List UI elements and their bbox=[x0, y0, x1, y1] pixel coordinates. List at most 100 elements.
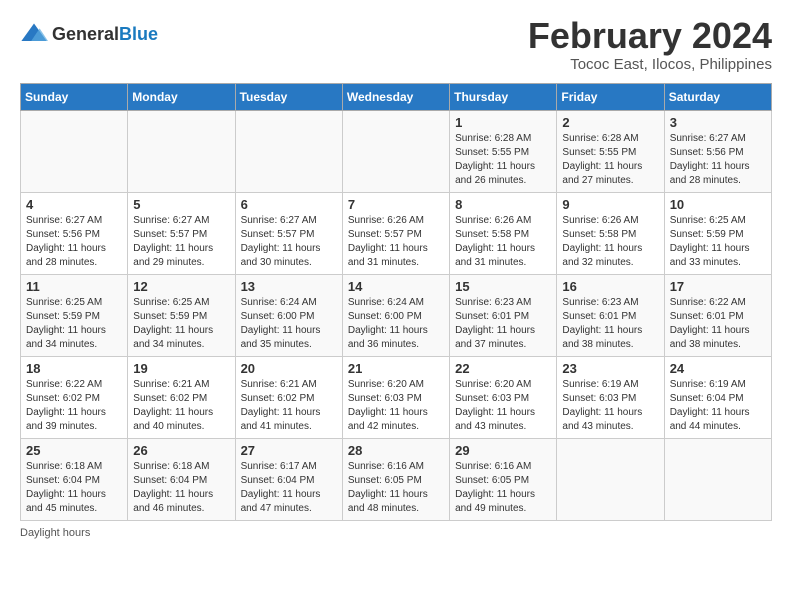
day-info: Sunrise: 6:20 AM Sunset: 6:03 PM Dayligh… bbox=[348, 378, 444, 434]
logo-icon bbox=[20, 20, 48, 48]
calendar-cell: 16Sunrise: 6:23 AM Sunset: 6:01 PM Dayli… bbox=[557, 274, 664, 356]
calendar-cell: 8 Sunrise: 6:26 AM Sunset: 5:58 PM Daylig… bbox=[450, 192, 557, 274]
day-number: 9 bbox=[562, 197, 658, 212]
logo: GeneralBlue bbox=[20, 20, 158, 48]
calendar-cell: 15Sunrise: 6:23 AM Sunset: 6:01 PM Dayli… bbox=[450, 274, 557, 356]
day-header-sunday: Sunday bbox=[21, 83, 128, 110]
calendar-cell: 24 Sunrise: 6:19 AM Sunset: 6:04 PM Dayli… bbox=[664, 356, 771, 438]
day-info: Sunrise: 6:22 AM Sunset: 6:02 PM Dayligh… bbox=[26, 378, 122, 434]
day-info: Sunrise: 6:19 AM Sunset: 6:03 PM Dayligh… bbox=[562, 378, 658, 434]
calendar-cell: 5 Sunrise: 6:27 AM Sunset: 5:57 PM Daylig… bbox=[128, 192, 235, 274]
day-header-saturday: Saturday bbox=[664, 83, 771, 110]
day-number: 21 bbox=[348, 361, 444, 376]
title-area: February 2024 Tococ East, Ilocos, Philip… bbox=[528, 16, 772, 73]
day-info: Sunrise: 6:21 AM Sunset: 6:02 PM Dayligh… bbox=[241, 378, 337, 434]
week-row-4: 18 Sunrise: 6:22 AM Sunset: 6:02 PM Dayli… bbox=[21, 356, 772, 438]
day-number: 27 bbox=[241, 443, 337, 458]
day-number: 2 bbox=[562, 115, 658, 130]
day-info: Sunrise: 6:19 AM Sunset: 6:04 PM Dayligh… bbox=[670, 378, 766, 434]
calendar-cell: 12 Sunrise: 6:25 AM Sunset: 5:59 PM Dayli… bbox=[128, 274, 235, 356]
day-info: Sunrise: 6:23 AM Sunset: 6:01 PM Dayligh… bbox=[455, 296, 551, 352]
week-row-5: 25 Sunrise: 6:18 AM Sunset: 6:04 PM Dayli… bbox=[21, 438, 772, 520]
day-number: 10 bbox=[670, 197, 766, 212]
main-title: February 2024 bbox=[528, 16, 772, 56]
day-info: Sunrise: 6:17 AM Sunset: 6:04 PM Dayligh… bbox=[241, 460, 337, 516]
day-header-thursday: Thursday bbox=[450, 83, 557, 110]
day-info: Sunrise: 6:21 AM Sunset: 6:02 PM Dayligh… bbox=[133, 378, 229, 434]
logo-text-general: General bbox=[52, 24, 119, 44]
calendar-cell: 9 Sunrise: 6:26 AM Sunset: 5:58 PM Daylig… bbox=[557, 192, 664, 274]
day-info: Sunrise: 6:28 AM Sunset: 5:55 PM Dayligh… bbox=[562, 132, 658, 188]
calendar-cell: 20 Sunrise: 6:21 AM Sunset: 6:02 PM Dayli… bbox=[235, 356, 342, 438]
day-info: Sunrise: 6:25 AM Sunset: 5:59 PM Dayligh… bbox=[133, 296, 229, 352]
calendar-cell bbox=[664, 438, 771, 520]
day-number: 20 bbox=[241, 361, 337, 376]
day-number: 7 bbox=[348, 197, 444, 212]
day-number: 11 bbox=[26, 279, 122, 294]
day-header-wednesday: Wednesday bbox=[342, 83, 449, 110]
calendar-cell: 4 Sunrise: 6:27 AM Sunset: 5:56 PM Daylig… bbox=[21, 192, 128, 274]
day-number: 17 bbox=[670, 279, 766, 294]
day-number: 18 bbox=[26, 361, 122, 376]
day-number: 1 bbox=[455, 115, 551, 130]
day-number: 13 bbox=[241, 279, 337, 294]
calendar-table: SundayMondayTuesdayWednesdayThursdayFrid… bbox=[20, 83, 772, 521]
day-number: 29 bbox=[455, 443, 551, 458]
day-info: Sunrise: 6:24 AM Sunset: 6:00 PM Dayligh… bbox=[241, 296, 337, 352]
calendar-cell: 1 Sunrise: 6:28 AM Sunset: 5:55 PM Daylig… bbox=[450, 110, 557, 192]
day-header-monday: Monday bbox=[128, 83, 235, 110]
calendar-cell: 19Sunrise: 6:21 AM Sunset: 6:02 PM Dayli… bbox=[128, 356, 235, 438]
day-info: Sunrise: 6:28 AM Sunset: 5:55 PM Dayligh… bbox=[455, 132, 551, 188]
header-row: SundayMondayTuesdayWednesdayThursdayFrid… bbox=[21, 83, 772, 110]
calendar-cell: 22 Sunrise: 6:20 AM Sunset: 6:03 PM Dayli… bbox=[450, 356, 557, 438]
day-number: 4 bbox=[26, 197, 122, 212]
week-row-2: 4 Sunrise: 6:27 AM Sunset: 5:56 PM Daylig… bbox=[21, 192, 772, 274]
calendar-cell bbox=[128, 110, 235, 192]
day-number: 3 bbox=[670, 115, 766, 130]
day-info: Sunrise: 6:27 AM Sunset: 5:57 PM Dayligh… bbox=[241, 214, 337, 270]
logo-text-blue: Blue bbox=[119, 24, 158, 44]
day-info: Sunrise: 6:26 AM Sunset: 5:57 PM Dayligh… bbox=[348, 214, 444, 270]
day-info: Sunrise: 6:23 AM Sunset: 6:01 PM Dayligh… bbox=[562, 296, 658, 352]
day-number: 23 bbox=[562, 361, 658, 376]
calendar-cell: 28Sunrise: 6:16 AM Sunset: 6:05 PM Dayli… bbox=[342, 438, 449, 520]
calendar-cell bbox=[21, 110, 128, 192]
day-header-tuesday: Tuesday bbox=[235, 83, 342, 110]
day-number: 6 bbox=[241, 197, 337, 212]
day-number: 22 bbox=[455, 361, 551, 376]
calendar-cell: 29 Sunrise: 6:16 AM Sunset: 6:05 PM Dayli… bbox=[450, 438, 557, 520]
calendar-cell: 14Sunrise: 6:24 AM Sunset: 6:00 PM Dayli… bbox=[342, 274, 449, 356]
calendar-cell: 6 Sunrise: 6:27 AM Sunset: 5:57 PM Daylig… bbox=[235, 192, 342, 274]
calendar-cell: 26 Sunrise: 6:18 AM Sunset: 6:04 PM Dayli… bbox=[128, 438, 235, 520]
calendar-cell: 25Sunrise: 6:18 AM Sunset: 6:04 PM Dayli… bbox=[21, 438, 128, 520]
footer-note: Daylight hours bbox=[20, 527, 772, 539]
calendar-cell bbox=[235, 110, 342, 192]
day-info: Sunrise: 6:26 AM Sunset: 5:58 PM Dayligh… bbox=[455, 214, 551, 270]
calendar-cell: 2 Sunrise: 6:28 AM Sunset: 5:55 PM Daylig… bbox=[557, 110, 664, 192]
calendar-cell: 21 Sunrise: 6:20 AM Sunset: 6:03 PM Dayli… bbox=[342, 356, 449, 438]
day-info: Sunrise: 6:27 AM Sunset: 5:57 PM Dayligh… bbox=[133, 214, 229, 270]
day-number: 12 bbox=[133, 279, 229, 294]
day-number: 24 bbox=[670, 361, 766, 376]
day-info: Sunrise: 6:27 AM Sunset: 5:56 PM Dayligh… bbox=[26, 214, 122, 270]
calendar-cell bbox=[557, 438, 664, 520]
day-number: 25 bbox=[26, 443, 122, 458]
day-info: Sunrise: 6:18 AM Sunset: 6:04 PM Dayligh… bbox=[133, 460, 229, 516]
day-info: Sunrise: 6:27 AM Sunset: 5:56 PM Dayligh… bbox=[670, 132, 766, 188]
week-row-3: 11 Sunrise: 6:25 AM Sunset: 5:59 PM Dayli… bbox=[21, 274, 772, 356]
header: GeneralBlue February 2024 Tococ East, Il… bbox=[20, 16, 772, 73]
day-info: Sunrise: 6:26 AM Sunset: 5:58 PM Dayligh… bbox=[562, 214, 658, 270]
day-info: Sunrise: 6:16 AM Sunset: 6:05 PM Dayligh… bbox=[348, 460, 444, 516]
day-number: 5 bbox=[133, 197, 229, 212]
calendar-cell: 3 Sunrise: 6:27 AM Sunset: 5:56 PM Daylig… bbox=[664, 110, 771, 192]
day-info: Sunrise: 6:16 AM Sunset: 6:05 PM Dayligh… bbox=[455, 460, 551, 516]
calendar-cell: 13 Sunrise: 6:24 AM Sunset: 6:00 PM Dayli… bbox=[235, 274, 342, 356]
day-number: 8 bbox=[455, 197, 551, 212]
day-info: Sunrise: 6:20 AM Sunset: 6:03 PM Dayligh… bbox=[455, 378, 551, 434]
day-info: Sunrise: 6:25 AM Sunset: 5:59 PM Dayligh… bbox=[670, 214, 766, 270]
day-info: Sunrise: 6:25 AM Sunset: 5:59 PM Dayligh… bbox=[26, 296, 122, 352]
day-number: 26 bbox=[133, 443, 229, 458]
calendar-cell: 27 Sunrise: 6:17 AM Sunset: 6:04 PM Dayli… bbox=[235, 438, 342, 520]
calendar-cell: 11 Sunrise: 6:25 AM Sunset: 5:59 PM Dayli… bbox=[21, 274, 128, 356]
day-info: Sunrise: 6:22 AM Sunset: 6:01 PM Dayligh… bbox=[670, 296, 766, 352]
